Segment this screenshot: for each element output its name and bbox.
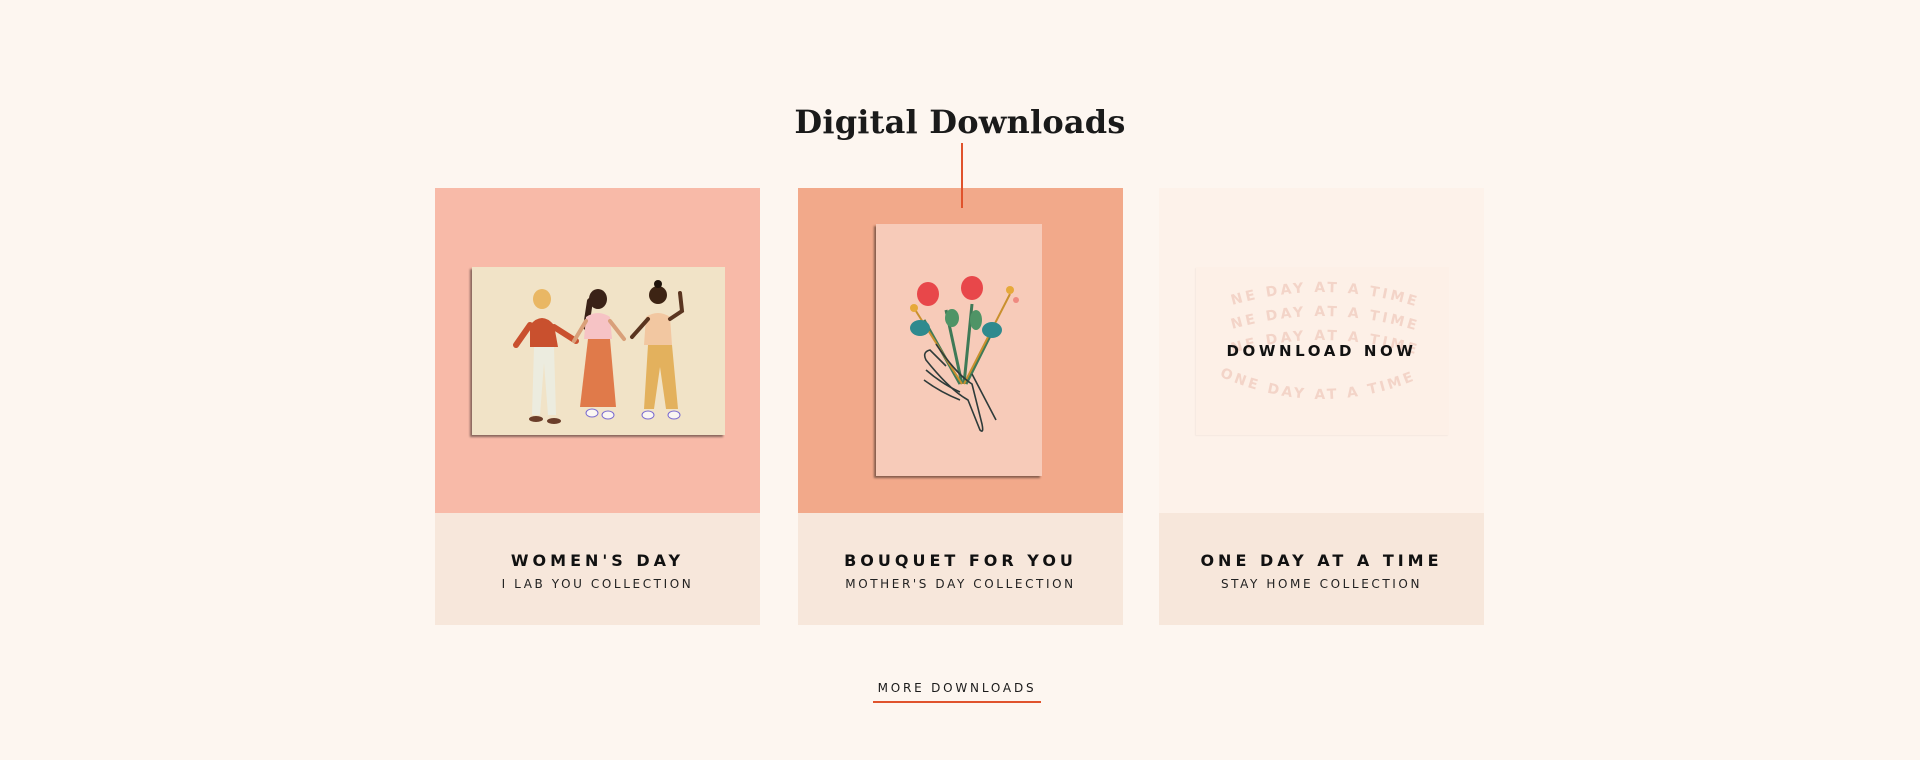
woman-middle <box>572 289 626 420</box>
svg-text:ONE DAY AT A TIME,: ONE DAY AT A TIME, <box>1196 267 1421 311</box>
card-subtitle: I LAB YOU COLLECTION <box>501 577 694 591</box>
card-title[interactable]: WOMEN'S DAY <box>435 551 760 570</box>
bouquet-illustration <box>876 224 1042 476</box>
card-image[interactable]: ONE DAY AT A TIME, ONE DAY AT A TIME, ON… <box>1159 188 1484 513</box>
card-caption: WOMEN'S DAY I LAB YOU COLLECTION <box>435 513 760 625</box>
card-image[interactable] <box>798 188 1123 513</box>
card-caption: ONE DAY AT A TIME STAY HOME COLLECTION <box>1159 513 1484 625</box>
card-subtitle: STAY HOME COLLECTION <box>1220 577 1423 591</box>
woman-right <box>630 280 685 420</box>
womens-day-illustration <box>472 267 725 435</box>
title-accent-line <box>961 143 963 208</box>
card-one-day-at-a-time[interactable]: ONE DAY AT A TIME, ONE DAY AT A TIME, ON… <box>1159 188 1484 625</box>
card-image[interactable] <box>435 188 760 513</box>
section-title: Digital Downloads <box>794 102 1126 141</box>
card-caption: BOUQUET FOR YOU MOTHER'S DAY COLLECTION <box>798 513 1123 625</box>
bouquet-stems <box>913 293 1011 385</box>
card-subtitle: MOTHER'S DAY COLLECTION <box>845 577 1076 591</box>
more-downloads-link[interactable]: MORE DOWNLOADS <box>873 681 1041 703</box>
card-bouquet-for-you[interactable]: BOUQUET FOR YOU MOTHER'S DAY COLLECTION <box>798 188 1123 625</box>
card-womens-day[interactable]: WOMEN'S DAY I LAB YOU COLLECTION <box>435 188 760 625</box>
card-title[interactable]: BOUQUET FOR YOU <box>798 551 1123 570</box>
download-now-button[interactable]: DOWNLOAD NOW <box>1159 342 1484 360</box>
card-title[interactable]: ONE DAY AT A TIME <box>1159 551 1484 570</box>
woman-left <box>513 289 579 424</box>
hand-outline <box>923 343 997 432</box>
